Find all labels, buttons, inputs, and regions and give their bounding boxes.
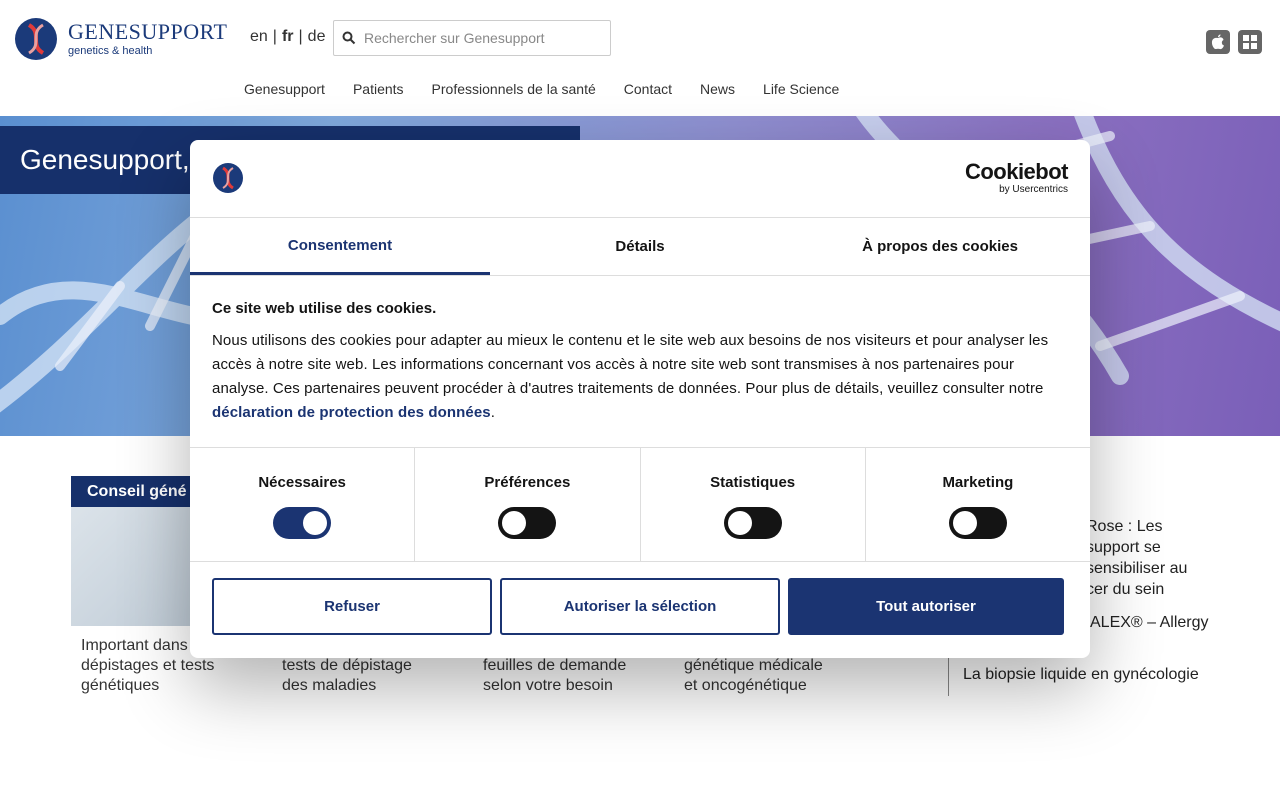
tab-about-cookies[interactable]: À propos des cookies bbox=[790, 218, 1090, 275]
category-label: Statistiques bbox=[710, 474, 796, 491]
tab-consent[interactable]: Consentement bbox=[190, 218, 490, 275]
dialog-text: Nous utilisons des cookies pour adapter … bbox=[212, 332, 1049, 421]
cookiebot-sub: by Usercentrics bbox=[999, 184, 1068, 195]
allow-selection-button[interactable]: Autoriser la sélection bbox=[500, 578, 780, 635]
statistics-toggle[interactable] bbox=[723, 507, 782, 539]
necessary-toggle[interactable] bbox=[273, 507, 332, 539]
category-label: Nécessaires bbox=[258, 474, 346, 491]
dialog-header: Cookiebot by Usercentrics bbox=[190, 140, 1090, 218]
allow-all-button[interactable]: Tout autoriser bbox=[788, 578, 1064, 635]
dialog-title: Ce site web utilise des cookies. bbox=[212, 300, 437, 317]
category-statistics: Statistiques bbox=[641, 448, 866, 561]
cookiebot-logo[interactable]: Cookiebot by Usercentrics bbox=[964, 159, 1069, 196]
category-preferences: Préférences bbox=[415, 448, 641, 561]
category-marketing: Marketing bbox=[866, 448, 1090, 561]
preferences-toggle[interactable] bbox=[498, 507, 557, 539]
category-label: Marketing bbox=[942, 474, 1014, 491]
genesupport-logo-icon bbox=[213, 163, 243, 193]
cookie-dialog: Cookiebot by Usercentrics Consentement D… bbox=[190, 140, 1090, 658]
category-necessary: Nécessaires bbox=[190, 448, 416, 561]
cookie-overlay: Cookiebot by Usercentrics Consentement D… bbox=[0, 0, 1280, 800]
category-label: Préférences bbox=[484, 474, 571, 491]
cookie-categories: Nécessaires Préférences Statistiques Mar… bbox=[190, 448, 1090, 562]
marketing-toggle[interactable] bbox=[948, 507, 1007, 539]
dialog-body: Ce site web utilise des cookies. Nous ut… bbox=[190, 276, 1090, 448]
dialog-tabs: Consentement Détails À propos des cookie… bbox=[190, 218, 1090, 276]
privacy-policy-link[interactable]: déclaration de protection des données bbox=[212, 404, 491, 421]
cookiebot-name: Cookiebot bbox=[964, 159, 1069, 184]
tab-details[interactable]: Détails bbox=[490, 218, 790, 275]
refuse-button[interactable]: Refuser bbox=[212, 578, 492, 635]
dialog-buttons: Refuser Autoriser la sélection Tout auto… bbox=[190, 562, 1090, 651]
